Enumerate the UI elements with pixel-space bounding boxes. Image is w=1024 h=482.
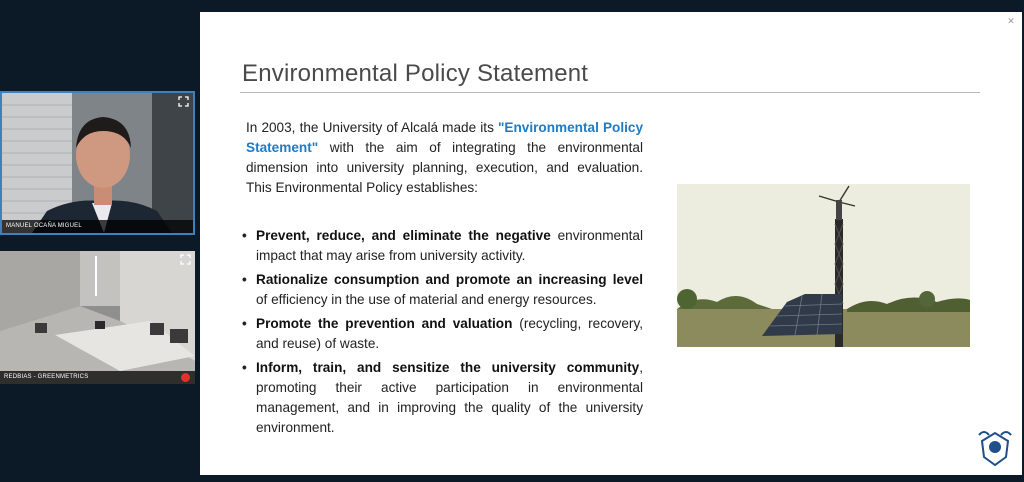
list-item: • Prevent, reduce, and eliminate the nega…	[242, 226, 643, 266]
slide-title: Environmental Policy Statement	[242, 60, 589, 87]
expand-icon[interactable]	[180, 254, 191, 265]
intro-paragraph: In 2003, the University of Alcalá made i…	[246, 118, 643, 198]
bullet-bold: Inform, train, and sensitize the univers…	[256, 360, 640, 375]
policy-bullet-list: • Prevent, reduce, and eliminate the nega…	[242, 226, 643, 442]
bullet-dot: •	[242, 316, 247, 331]
bullet-bold: Prevent, reduce, and eliminate the negat…	[256, 228, 551, 243]
list-item: • Inform, train, and sensitize the univer…	[242, 358, 643, 438]
university-logo	[978, 431, 1012, 467]
participant-name-label: REDBIAS - GREENMETRICS	[0, 371, 195, 384]
intro-prefix: In 2003, the University of Alcalá made i…	[246, 120, 498, 135]
mic-off-icon	[181, 373, 190, 382]
room-video	[0, 251, 195, 384]
participant-tile-room[interactable]: REDBIAS - GREENMETRICS	[0, 251, 195, 384]
bullet-bold: Promote the prevention and valuation	[256, 316, 513, 331]
bullet-dot: •	[242, 272, 247, 287]
shared-slide: ✕ Environmental Policy Statement In 2003…	[200, 12, 1022, 475]
participant-name-label: MANUEL OCAÑA MIGUEL	[2, 220, 193, 233]
wind-solar-photo	[677, 184, 970, 347]
expand-icon[interactable]	[178, 96, 189, 107]
bullet-text: of efficiency in the use of material and…	[256, 292, 597, 307]
speaker-video	[2, 93, 193, 233]
close-icon[interactable]: ✕	[1006, 16, 1016, 26]
bullet-dot: •	[242, 360, 247, 375]
bullet-bold: Rationalize consumption and promote an i…	[256, 272, 643, 287]
participant-tile-speaker[interactable]: MANUEL OCAÑA MIGUEL	[0, 91, 195, 235]
title-divider	[240, 92, 980, 93]
list-item: • Promote the prevention and valuation (r…	[242, 314, 643, 354]
bullet-dot: •	[242, 228, 247, 243]
list-item: • Rationalize consumption and promote an …	[242, 270, 643, 310]
